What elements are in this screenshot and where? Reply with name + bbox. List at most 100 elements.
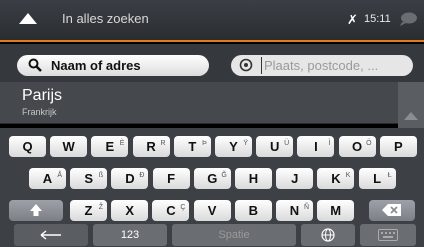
key-v[interactable]: V bbox=[193, 200, 231, 221]
key-t[interactable]: TÞ bbox=[173, 136, 211, 157]
key-label: O bbox=[352, 139, 363, 154]
key-label: R bbox=[146, 139, 156, 154]
numbers-key[interactable]: 123 bbox=[93, 224, 167, 246]
key-label: E bbox=[105, 139, 115, 154]
key-label: I bbox=[314, 139, 318, 154]
arrow-up-icon bbox=[404, 112, 418, 120]
key-alt-label: Ç bbox=[180, 204, 186, 211]
key-label: X bbox=[125, 203, 135, 218]
key-alt-label: Ñ bbox=[303, 204, 309, 211]
key-label: Y bbox=[229, 139, 238, 154]
key-s[interactable]: Sß bbox=[70, 168, 108, 189]
key-a[interactable]: AÅ bbox=[29, 168, 66, 189]
key-alt-label: È bbox=[119, 140, 125, 147]
key-alt-label: Ü bbox=[284, 140, 290, 147]
key-label: D bbox=[125, 171, 135, 186]
key-label: B bbox=[248, 203, 258, 218]
place-field[interactable] bbox=[231, 55, 413, 76]
key-k[interactable]: KK bbox=[317, 168, 355, 189]
key-label: S bbox=[84, 171, 94, 186]
key-label: Z bbox=[84, 203, 93, 218]
key-alt-label: Ì bbox=[328, 140, 331, 147]
shift-key[interactable] bbox=[9, 200, 63, 221]
key-label: A bbox=[42, 171, 53, 186]
keyboard-icon bbox=[378, 229, 398, 241]
hide-keyboard-key[interactable] bbox=[360, 224, 416, 246]
key-q[interactable]: Q bbox=[9, 136, 46, 157]
key-alt-label: R bbox=[160, 140, 166, 147]
key-label: G bbox=[207, 171, 218, 186]
key-c[interactable]: CÇ bbox=[152, 200, 190, 221]
satellite-icon: ✗ bbox=[347, 12, 358, 27]
place-input[interactable] bbox=[261, 57, 406, 74]
key-label: Q bbox=[22, 139, 33, 154]
search-row: Naam of adres bbox=[0, 44, 424, 82]
key-label: C bbox=[166, 203, 176, 218]
backspace-key[interactable] bbox=[369, 200, 415, 221]
list-item[interactable]: Parijs Frankrijk bbox=[0, 82, 398, 124]
scroll-up-button[interactable] bbox=[398, 82, 424, 134]
key-alt-label: Ÿ bbox=[243, 140, 248, 147]
key-j[interactable]: J bbox=[276, 168, 314, 189]
key-b[interactable]: B bbox=[234, 200, 272, 221]
key-label: L bbox=[373, 171, 382, 186]
space-key[interactable]: Spatie bbox=[172, 224, 296, 246]
key-alt-label: ß bbox=[98, 172, 104, 179]
clock-time: 15:11 bbox=[364, 13, 391, 25]
key-label: F bbox=[167, 171, 176, 186]
key-f[interactable]: F bbox=[152, 168, 190, 189]
key-label: N bbox=[289, 203, 300, 218]
globe-icon bbox=[321, 228, 335, 242]
key-d[interactable]: DÐ bbox=[111, 168, 149, 189]
key-alt-label: Ž bbox=[98, 204, 103, 211]
arrow-left-icon bbox=[40, 230, 61, 240]
shift-icon bbox=[30, 204, 42, 216]
backspace-icon bbox=[382, 204, 401, 216]
on-screen-keyboard: QWEÈRRTÞYŸUÜIÌOÖP AÅSßDÐFGĞHJKKLŁ ZŽXCÇV… bbox=[0, 128, 424, 247]
key-x[interactable]: X bbox=[111, 200, 149, 221]
key-alt-label: Å bbox=[57, 172, 62, 179]
page-title: In alles zoeken bbox=[62, 11, 149, 26]
message-icon[interactable] bbox=[398, 12, 418, 26]
key-u[interactable]: UÜ bbox=[256, 136, 294, 157]
key-n[interactable]: NÑ bbox=[276, 200, 313, 221]
key-label: V bbox=[207, 203, 217, 218]
key-i[interactable]: IÌ bbox=[297, 136, 335, 157]
language-key[interactable] bbox=[301, 224, 355, 246]
name-or-address-button[interactable]: Naam of adres bbox=[17, 55, 209, 76]
key-r[interactable]: RR bbox=[132, 136, 170, 157]
key-label: U bbox=[269, 139, 280, 154]
result-country: Frankrijk bbox=[22, 107, 57, 117]
key-label: H bbox=[248, 171, 259, 186]
key-label: K bbox=[331, 171, 341, 186]
key-alt-label: Ł bbox=[387, 172, 392, 179]
collapse-button[interactable] bbox=[0, 0, 50, 42]
top-bar: In alles zoeken ✗ 15:11 bbox=[0, 0, 424, 42]
key-alt-label: Ð bbox=[139, 172, 145, 179]
key-g[interactable]: GĞ bbox=[193, 168, 231, 189]
key-label: M bbox=[330, 203, 342, 218]
key-y[interactable]: YŸ bbox=[215, 136, 252, 157]
key-alt-label: Ö bbox=[366, 140, 372, 147]
key-e[interactable]: EÈ bbox=[91, 136, 129, 157]
key-o[interactable]: OÖ bbox=[338, 136, 376, 157]
search-icon bbox=[28, 58, 42, 72]
name-or-address-label: Naam of adres bbox=[51, 58, 141, 73]
key-label: W bbox=[62, 139, 75, 154]
chevron-up-icon bbox=[19, 13, 37, 24]
key-label: T bbox=[188, 139, 197, 154]
key-l[interactable]: LŁ bbox=[358, 168, 396, 189]
key-alt-label: K bbox=[345, 172, 351, 179]
key-label: P bbox=[393, 139, 403, 154]
key-alt-label: Ğ bbox=[221, 172, 227, 179]
key-z[interactable]: ZŽ bbox=[70, 200, 107, 221]
key-p[interactable]: P bbox=[379, 136, 417, 157]
key-alt-label: Þ bbox=[202, 140, 207, 147]
crosshair-icon bbox=[239, 58, 253, 72]
key-label: J bbox=[291, 171, 299, 186]
key-h[interactable]: H bbox=[235, 168, 272, 189]
key-w[interactable]: W bbox=[50, 136, 88, 157]
key-m[interactable]: M bbox=[317, 200, 355, 221]
back-key[interactable] bbox=[14, 224, 88, 246]
result-city: Parijs bbox=[22, 87, 63, 104]
